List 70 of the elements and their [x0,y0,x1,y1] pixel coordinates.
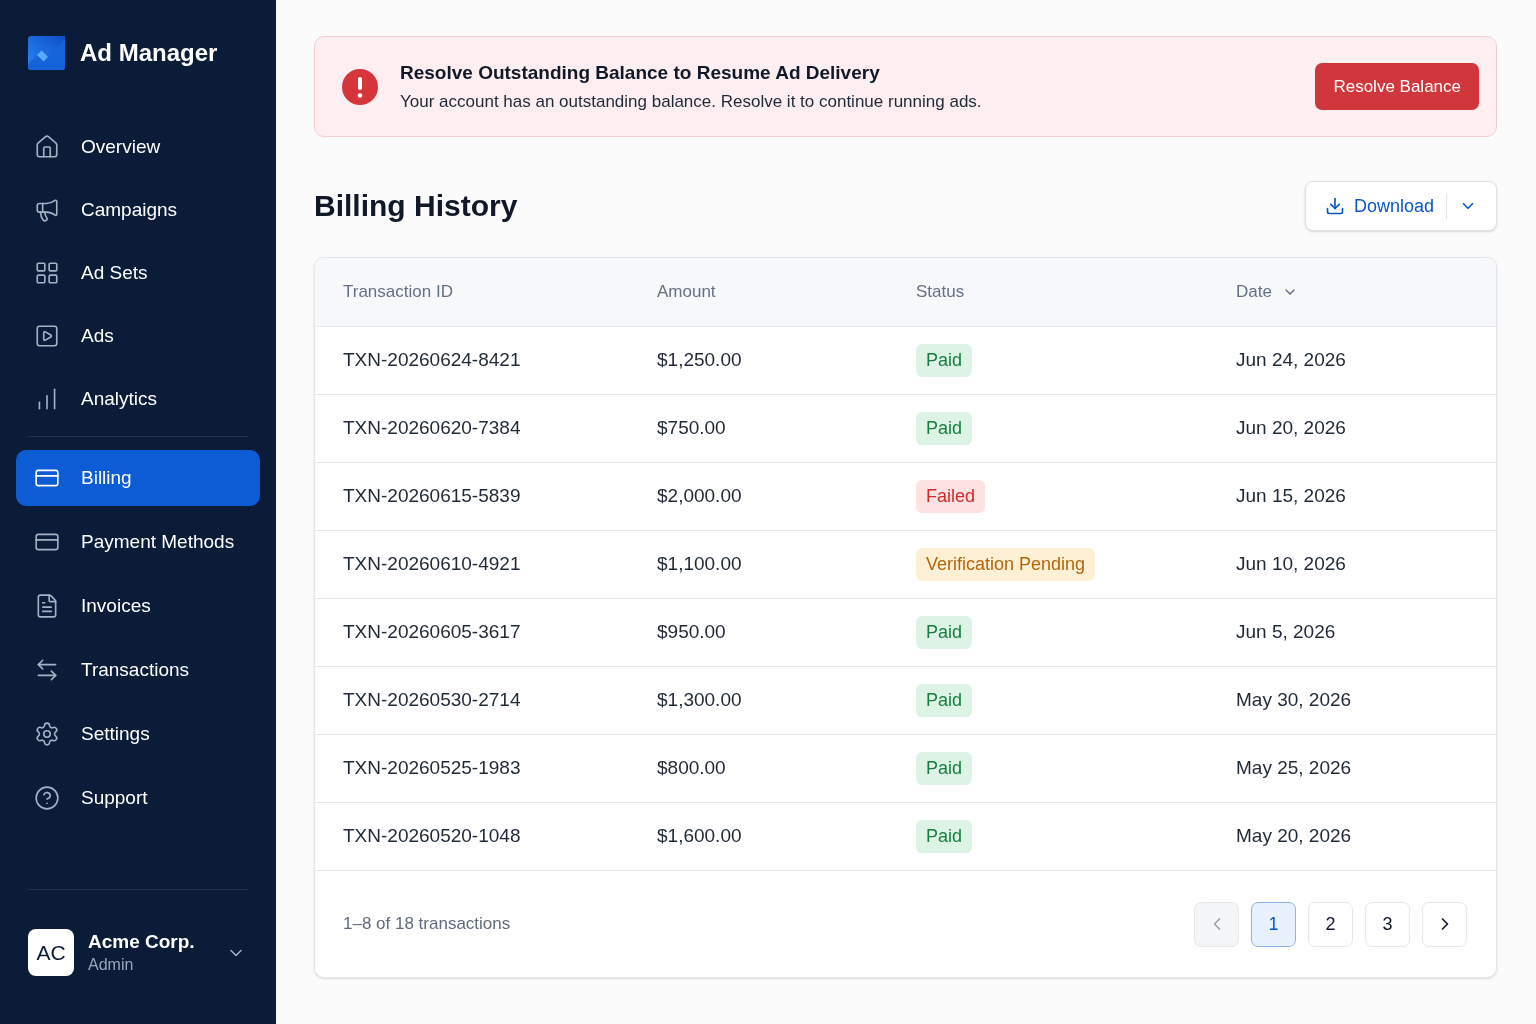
page-button[interactable]: 2 [1308,901,1353,947]
table-cell: $750.00 [657,417,726,439]
account-role: Admin [88,954,135,975]
status-badge: Verification Pending [916,548,1096,581]
nav-item[interactable]: Billing [16,450,260,506]
nav-item[interactable]: Payment Methods [16,514,260,570]
page-button[interactable]: 1 [1251,901,1296,947]
page-button[interactable]: 3 [1365,901,1410,947]
settings-icon [34,721,60,747]
alert-title: Resolve Outstanding Balance to Resume Ad Delivery [400,60,881,85]
table-cell: TXN-20260624-8421 [343,349,521,371]
table-cell: $2,000.00 [657,485,742,507]
megaphone-icon [34,197,60,223]
alert-icon [342,68,378,105]
status-badge: Paid [916,684,973,717]
status-badge: Paid [916,344,973,377]
house-icon [34,134,60,160]
table-cell: TXN-20260525-1983 [343,757,521,779]
nav-item[interactable]: Invoices [16,578,260,634]
status-badge: Paid [916,820,973,853]
table-cell: $1,300.00 [657,689,742,711]
nav-item[interactable]: Ads [16,308,260,364]
status-badge: Paid [916,752,973,785]
avatar: AC [28,929,74,976]
status-badge: Failed [916,480,986,513]
logo-icon [28,36,65,70]
table-cell: Jun 5, 2026 [1236,621,1336,643]
account-name: Acme Corp. [88,929,195,954]
grid-icon [34,260,60,286]
table-cell: Jun 24, 2026 [1236,349,1346,371]
nav-item[interactable]: Campaigns [16,182,260,238]
column-header: Transaction ID [343,281,453,304]
table-cell: TXN-20260520-1048 [343,825,521,847]
table-cell: TXN-20260615-5839 [343,485,521,507]
download-icon [1324,196,1345,216]
table-cell: May 30, 2026 [1236,689,1352,711]
nav-item[interactable]: Settings [16,706,260,762]
table-cell: Jun 10, 2026 [1236,553,1346,575]
nav-item[interactable]: Support [16,770,260,826]
table-cell: TXN-20260530-2714 [343,689,521,711]
table-cell: TXN-20260620-7384 [343,417,521,439]
status-badge: Paid [916,412,973,445]
pagination-summary: 1–8 of 18 transactions [343,913,511,936]
brand-name: Ad Manager [80,41,218,65]
column-header: Date [1236,281,1272,304]
resolve-balance-button[interactable]: Resolve Balance [1315,63,1479,110]
play-icon [34,323,60,349]
download-button[interactable]: Download [1305,182,1446,230]
nav-item[interactable]: Transactions [16,642,260,698]
table-cell: $950.00 [657,621,726,643]
table-cell: May 20, 2026 [1236,825,1352,847]
table-cell: May 25, 2026 [1236,757,1352,779]
page-title: Billing History [314,191,518,221]
column-header: Status [916,281,965,304]
nav-item[interactable]: Ad Sets [16,245,260,301]
nav-item[interactable]: Analytics [16,371,260,427]
table-cell: $1,600.00 [657,825,742,847]
table-cell: $800.00 [657,757,726,779]
nav-item[interactable]: Overview [16,119,260,175]
alert-message: Your account has an outstanding balance. Resolve it to continue running ads. [400,90,982,113]
table-cell: Jun 15, 2026 [1236,485,1346,507]
table-cell: $1,250.00 [657,349,742,371]
table-cell: TXN-20260605-3617 [343,621,521,643]
column-header: Amount [657,281,716,304]
table-cell: $1,100.00 [657,553,742,575]
status-badge: Paid [916,616,973,649]
table-cell: TXN-20260610-4921 [343,553,521,575]
table-cell: Jun 20, 2026 [1236,417,1346,439]
help-icon [34,785,60,811]
next-page-button[interactable] [1422,901,1467,947]
